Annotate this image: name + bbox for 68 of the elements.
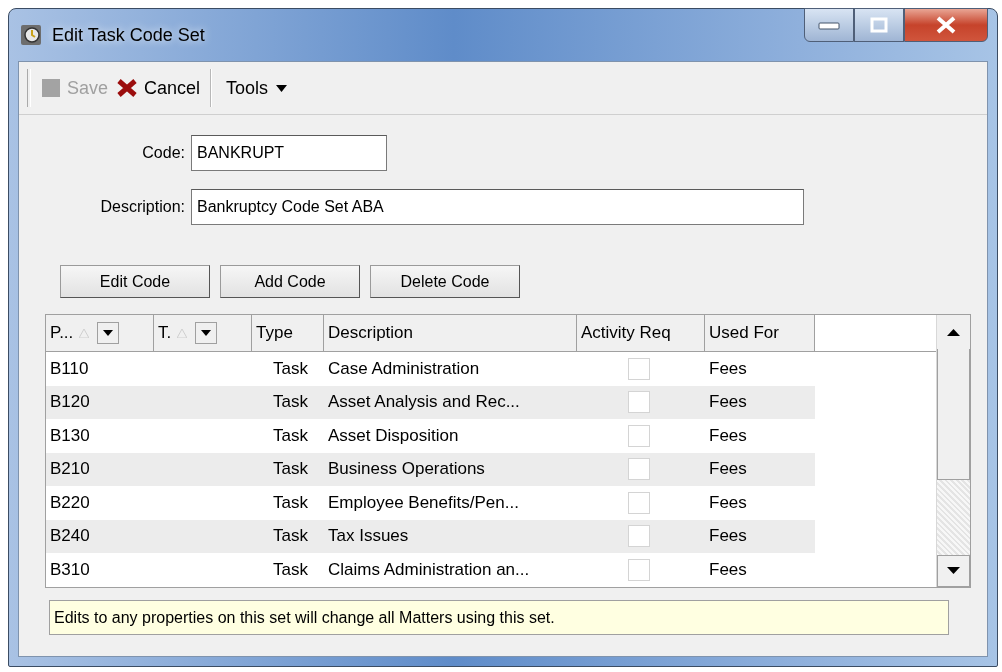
table-cell-text: Fees — [708, 491, 748, 514]
table-cell-text: Task — [272, 491, 309, 514]
minimize-icon — [817, 20, 841, 30]
checkbox[interactable] — [628, 458, 650, 481]
field-label: Code: — [141, 144, 186, 162]
table-cell: Fees — [705, 519, 815, 553]
table-cell: Fees — [705, 385, 815, 419]
sort-icon — [79, 328, 90, 338]
column-header[interactable]: Description — [324, 315, 577, 351]
table-cell: Asset Analysis and Rec... — [324, 385, 577, 419]
tools-menu[interactable]: Tools — [222, 73, 292, 103]
table-cell: Business Operations — [324, 452, 577, 486]
checkbox[interactable] — [628, 357, 650, 380]
close-button[interactable] — [904, 8, 988, 42]
action-button[interactable]: Add Code — [220, 265, 360, 298]
close-icon — [116, 78, 139, 98]
action-button[interactable]: Delete Code — [370, 265, 520, 298]
caret-icon — [276, 84, 288, 92]
minimize-button[interactable] — [804, 8, 854, 42]
column-header[interactable]: Type — [252, 315, 324, 351]
table-cell: Task — [252, 385, 324, 419]
table-cell-text: B130 — [49, 424, 91, 447]
table-cell-text: Task — [272, 424, 309, 447]
table-cell-text: B110 — [49, 357, 90, 380]
description-field[interactable]: Bankruptcy Code Set ABA — [191, 189, 804, 225]
table-cell-text: B310 — [49, 558, 91, 581]
cancel-button[interactable]: Cancel — [112, 73, 205, 103]
table-cell: Task — [252, 519, 324, 553]
table-cell: Tax Issues — [324, 519, 577, 553]
checkbox[interactable] — [628, 391, 650, 414]
save-icon — [41, 78, 61, 98]
table-cell-text: B220 — [49, 491, 91, 514]
app-icon — [20, 24, 42, 46]
checkbox[interactable] — [628, 558, 650, 581]
table-cell-text: Task — [272, 558, 309, 581]
table-cell: Task — [252, 452, 324, 486]
close-icon — [934, 16, 958, 34]
table-cell-text: Fees — [708, 424, 748, 447]
sort-icon — [177, 328, 188, 338]
dropdown-icon[interactable] — [97, 322, 120, 344]
maximize-button[interactable] — [854, 8, 904, 42]
table-cell: B210 — [46, 452, 252, 486]
maximize-icon — [869, 17, 889, 33]
table-cell-text: Employee Benefits/Pen... — [327, 491, 520, 514]
checkbox[interactable] — [628, 424, 650, 447]
table-cell: B240 — [46, 519, 252, 553]
column-header[interactable]: Used For — [705, 315, 815, 351]
window-title: Edit Task Code Set — [52, 24, 205, 46]
table-cell-text: Asset Disposition — [327, 424, 460, 447]
table-cell-text: Case Administration — [327, 357, 481, 380]
table-cell: Fees — [705, 452, 815, 486]
column-header[interactable]: T. — [154, 315, 252, 351]
column-header[interactable]: P... — [46, 315, 154, 351]
table-cell-text: Fees — [708, 357, 748, 380]
table-cell-text: Task — [272, 357, 309, 380]
table-cell-text: Fees — [708, 558, 748, 581]
code-field[interactable]: BANKRUPT — [191, 135, 387, 171]
field-label: Description: — [99, 198, 186, 216]
column-header[interactable]: Activity Req — [577, 315, 705, 351]
dropdown-icon[interactable] — [195, 322, 218, 344]
checkbox[interactable] — [628, 491, 650, 514]
scrollbar[interactable] — [936, 315, 970, 587]
action-button[interactable]: Edit Code — [60, 265, 210, 298]
table-cell: B120 — [46, 385, 252, 419]
status-message: Edits to any properties on this set will change all Matters using this set. — [49, 600, 949, 635]
table-cell-text: Claims Administration an... — [327, 558, 531, 581]
scroll-down-icon[interactable] — [937, 555, 970, 587]
checkbox[interactable] — [628, 525, 650, 548]
